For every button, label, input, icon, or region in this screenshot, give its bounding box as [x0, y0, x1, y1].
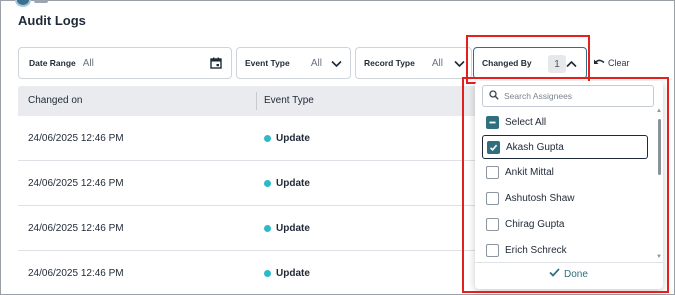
event-type-cell: Update: [264, 133, 310, 144]
chevron-down-icon[interactable]: [331, 59, 342, 71]
changed-on-cell: 24/06/2025 12:46 PM: [28, 268, 124, 279]
table-row[interactable]: 24/06/2025 12:46 PM Update: [18, 251, 488, 295]
assignee-label: Akash Gupta: [506, 141, 564, 153]
dropdown-divider: [475, 262, 663, 263]
assignee-option-ankit-mittal[interactable]: Ankit Mittal: [482, 160, 648, 184]
date-range-label: Date Range: [29, 58, 76, 68]
assignee-checkbox[interactable]: [486, 217, 499, 231]
search-icon: [489, 89, 499, 103]
done-button[interactable]: Done: [549, 268, 588, 280]
status-dot: [264, 225, 271, 232]
scroll-up-arrow-icon[interactable]: ▲: [656, 108, 662, 114]
event-type-text: Update: [276, 133, 310, 144]
event-type-cell: Update: [264, 268, 310, 279]
undo-icon: [593, 57, 605, 68]
table-row[interactable]: 24/06/2025 12:46 PM Update: [18, 206, 488, 251]
scroll-down-arrow-icon[interactable]: ▼: [656, 254, 662, 260]
changed-by-filter[interactable]: Changed By 1: [473, 47, 587, 79]
assignee-checkbox[interactable]: [487, 140, 500, 154]
select-all-label: Select All: [505, 116, 547, 128]
selected-count-badge: 1: [548, 55, 566, 73]
chevron-up-icon[interactable]: [566, 59, 577, 71]
assignee-label: Ankit Mittal: [505, 166, 554, 178]
assignee-label: Erich Schreck: [505, 244, 567, 256]
assignee-checkbox[interactable]: [486, 243, 499, 257]
changed-on-cell: 24/06/2025 12:46 PM: [28, 178, 124, 189]
assignee-label: Chirag Gupta: [505, 218, 565, 230]
status-dot: [264, 270, 271, 277]
assignee-option-chirag-gupta[interactable]: Chirag Gupta: [482, 212, 648, 236]
table-row[interactable]: 24/06/2025 12:46 PM Update: [18, 116, 488, 161]
assignee-option-ashutosh-shaw[interactable]: Ashutosh Shaw: [482, 186, 648, 210]
assignee-search-input[interactable]: [504, 91, 644, 101]
page-title: Audit Logs: [18, 13, 86, 28]
event-type-cell: Update: [264, 223, 310, 234]
assignee-checkbox[interactable]: [486, 165, 499, 179]
column-header-changed-on[interactable]: Changed on: [28, 86, 83, 116]
assignee-checkbox[interactable]: [486, 191, 499, 205]
column-header-event-type[interactable]: Event Type: [264, 86, 314, 116]
assignee-dropdown: Select All Akash Gupta Ankit Mittal Ashu…: [475, 81, 663, 289]
check-icon: [549, 268, 560, 280]
table-header: Changed on Event Type: [18, 86, 488, 116]
record-type-filter[interactable]: Record Type All: [355, 47, 472, 79]
assignee-search-box[interactable]: [482, 85, 654, 107]
event-type-text: Update: [276, 223, 310, 234]
status-dot: [264, 135, 271, 142]
table-row[interactable]: 24/06/2025 12:46 PM Update: [18, 161, 488, 206]
select-all-option[interactable]: Select All: [482, 110, 648, 134]
chevron-down-icon[interactable]: [454, 59, 465, 71]
record-type-value: All: [431, 57, 443, 69]
date-range-filter[interactable]: Date Range All: [18, 47, 232, 79]
clear-label: Clear: [608, 57, 630, 68]
event-type-filter[interactable]: Event Type All: [236, 47, 351, 79]
calendar-icon[interactable]: [210, 57, 222, 72]
event-type-label: Event Type: [245, 58, 290, 68]
column-divider: [256, 92, 257, 110]
event-type-value: All: [310, 57, 322, 69]
done-label: Done: [564, 268, 588, 280]
app-name-fragment: [34, 0, 48, 3]
changed-on-cell: 24/06/2025 12:46 PM: [28, 133, 124, 144]
changed-on-cell: 24/06/2025 12:46 PM: [28, 223, 124, 234]
changed-by-label: Changed By: [482, 58, 532, 68]
event-type-cell: Update: [264, 178, 310, 189]
assignee-label: Ashutosh Shaw: [505, 192, 575, 204]
assignee-option-akash-gupta[interactable]: Akash Gupta: [482, 135, 648, 159]
assignee-option-erich-schreck[interactable]: Erich Schreck: [482, 238, 648, 262]
app-logo: [15, 0, 31, 7]
status-dot: [264, 180, 271, 187]
event-type-text: Update: [276, 268, 310, 279]
dropdown-scrollbar[interactable]: [658, 119, 661, 175]
event-type-text: Update: [276, 178, 310, 189]
date-range-value: All: [82, 57, 94, 69]
select-all-checkbox[interactable]: [486, 115, 499, 129]
clear-button[interactable]: Clear: [593, 57, 630, 68]
record-type-label: Record Type: [364, 58, 415, 68]
